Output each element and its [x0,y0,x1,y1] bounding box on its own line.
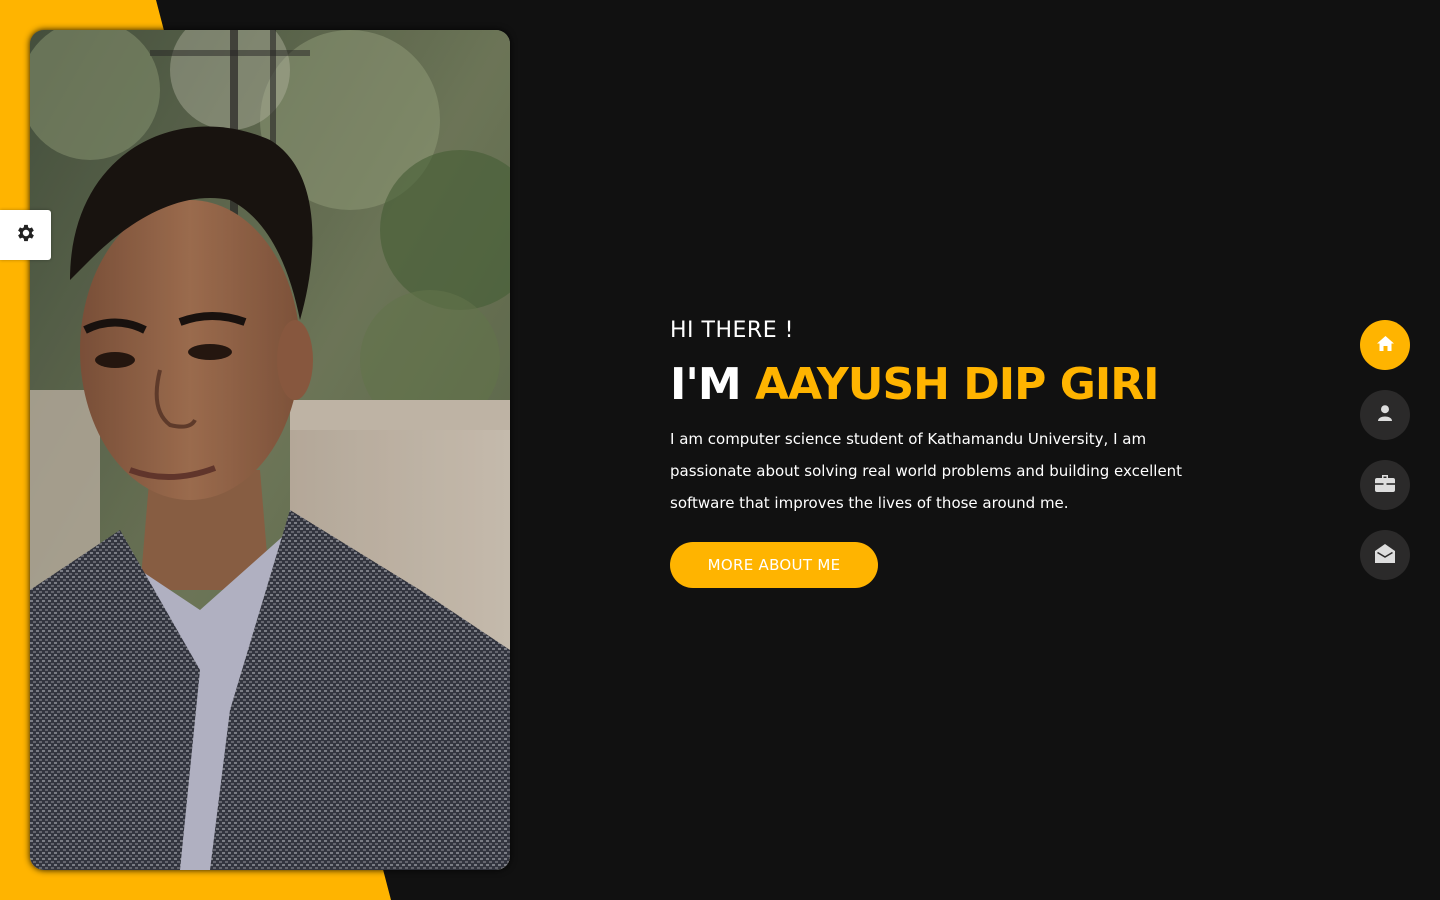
nav-home-button[interactable] [1360,320,1410,370]
more-about-me-button[interactable]: MORE ABOUT ME [670,542,878,588]
side-navigation [1360,320,1410,600]
nav-contact-button[interactable] [1360,530,1410,580]
portrait-photo [30,30,510,870]
hero-description: I am computer science student of Kathama… [670,430,1183,512]
nav-about-button[interactable] [1360,390,1410,440]
hero-im-prefix: I'M [670,359,755,410]
envelope-open-icon [1375,543,1395,567]
hero-headline: I'M AAYUSH DIP GIRI [670,360,1230,410]
hero-content: HI THERE ! I'M AAYUSH DIP GIRI I am comp… [670,312,1230,588]
portfolio-home-page: HI THERE ! I'M AAYUSH DIP GIRI I am comp… [0,0,1440,900]
briefcase-icon [1375,474,1395,496]
settings-toggle-button[interactable] [0,210,51,260]
user-icon [1378,405,1392,425]
hero-greeting: HI THERE ! [670,318,794,343]
nav-portfolio-button[interactable] [1360,460,1410,510]
home-icon [1376,335,1394,355]
hero-name: AAYUSH DIP GIRI [754,359,1160,410]
gear-icon [15,222,37,248]
